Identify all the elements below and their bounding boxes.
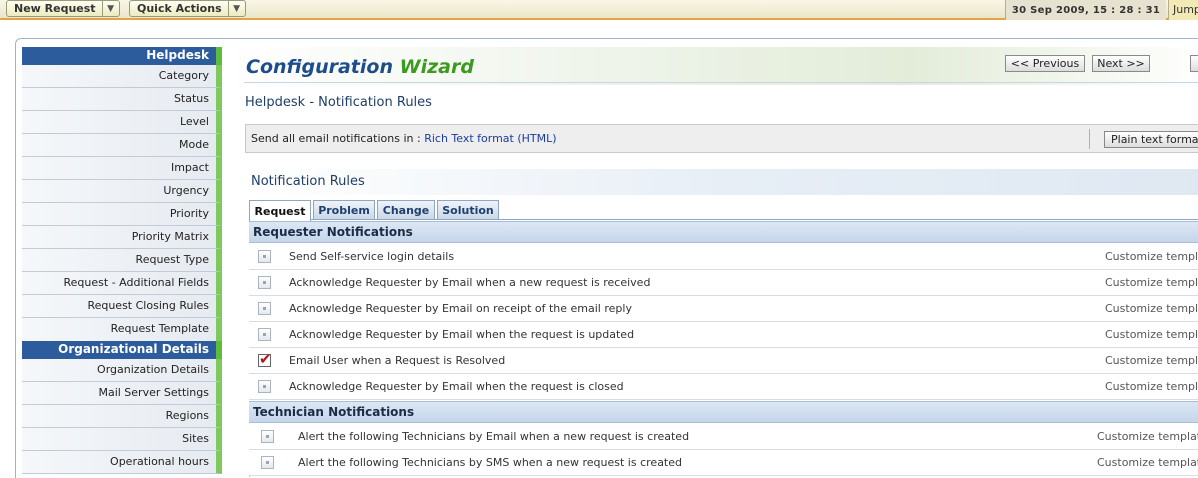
- plain-text-format-button[interactable]: Plain text format: [1104, 131, 1198, 148]
- sidebar-item-priority[interactable]: Priority: [22, 203, 222, 226]
- divider: [1089, 129, 1090, 149]
- notification-row: Acknowledge Requester by Email when the …: [249, 374, 1198, 400]
- checkbox[interactable]: [261, 456, 274, 469]
- current-datetime: 30 Sep 2009, 15 : 28 : 31: [1005, 0, 1166, 20]
- sidebar-item-mail-server-settings[interactable]: Mail Server Settings: [22, 382, 222, 405]
- notification-row: Alert the following Technicians by SMS w…: [249, 450, 1198, 476]
- jump-to-button[interactable]: Jump: [1168, 0, 1198, 20]
- next-button[interactable]: Next >>: [1092, 55, 1150, 72]
- sidebar-item-category[interactable]: Category: [22, 65, 222, 88]
- requester-notifications-heading: Requester Notifications: [249, 221, 1198, 243]
- notification-rule-label: Acknowledge Requester by Email when the …: [289, 328, 635, 341]
- customize-template-link[interactable]: Customize template: [1105, 328, 1198, 341]
- previous-button[interactable]: << Previous: [1005, 55, 1085, 72]
- sidebar: Helpdesk Category Status Level Mode Impact Urg…: [22, 47, 222, 474]
- notification-rule-label: Alert the following Technicians by Email…: [298, 430, 690, 443]
- sidebar-item-regions[interactable]: Regions: [22, 405, 222, 428]
- notification-rule-label: Acknowledge Requester by Email when the …: [289, 380, 624, 393]
- notification-rule-label: Email User when a Request is Resolved: [289, 354, 506, 367]
- customize-template-link[interactable]: Customize template: [1105, 354, 1198, 367]
- checkbox[interactable]: [258, 302, 271, 315]
- customize-template-link[interactable]: Customize template: [1105, 276, 1198, 289]
- new-request-button[interactable]: New Request ▼: [6, 0, 120, 17]
- notification-row: Acknowledge Requester by Email on receip…: [249, 296, 1198, 322]
- checkbox[interactable]: [258, 250, 271, 263]
- chevron-down-icon[interactable]: ▼: [227, 1, 245, 16]
- sidebar-item-sites[interactable]: Sites: [22, 428, 222, 451]
- chevron-down-icon[interactable]: ▼: [101, 1, 119, 16]
- notification-row: Send Self-service login details Customize…: [249, 244, 1198, 270]
- checkbox-checked[interactable]: ✔: [258, 350, 272, 368]
- email-format-bar: Send all email notifications in : Rich T…: [245, 124, 1198, 153]
- sidebar-item-priority-matrix[interactable]: Priority Matrix: [22, 226, 222, 249]
- tab-solution[interactable]: Solution: [437, 200, 499, 220]
- notification-row: Acknowledge Requester by Email when the …: [249, 322, 1198, 348]
- notification-rule-label: Acknowledge Requester by Email on receip…: [289, 302, 632, 315]
- notification-row: Acknowledge Requester by Email when a ne…: [249, 270, 1198, 296]
- notification-row: Alert the following Technicians by Email…: [249, 424, 1198, 450]
- wizard-title-part2: Wizard: [399, 56, 474, 78]
- checkbox[interactable]: [258, 276, 271, 289]
- sidebar-item-level[interactable]: Level: [22, 111, 222, 134]
- sidebar-item-operational-hours[interactable]: Operational hours: [22, 451, 222, 474]
- tab-problem[interactable]: Problem: [313, 200, 375, 220]
- checkbox[interactable]: [261, 430, 274, 443]
- header-divider: [244, 82, 1198, 83]
- top-toolbar: New Request ▼ Quick Actions ▼ 30 Sep 200…: [0, 0, 1198, 20]
- customize-template-link[interactable]: Customize template: [1097, 456, 1198, 469]
- customize-template-link[interactable]: Customize template: [1097, 430, 1198, 443]
- checkmark-icon: ✔: [259, 350, 272, 368]
- email-format-value: Rich Text format (HTML): [424, 132, 557, 145]
- notification-row: ✔ Email User when a Request is Resolved Cu…: [249, 348, 1198, 374]
- tab-divider: [249, 219, 1198, 220]
- finish-button[interactable]: [1190, 55, 1198, 72]
- page-title: Helpdesk - Notification Rules: [245, 95, 432, 110]
- notification-rules-heading: Notification Rules: [245, 169, 1198, 195]
- new-request-label: New Request: [14, 2, 96, 15]
- sidebar-item-status[interactable]: Status: [22, 88, 222, 111]
- customize-template-link[interactable]: Customize template: [1105, 302, 1198, 315]
- checkbox[interactable]: [258, 380, 271, 393]
- wizard-header: Configuration Wizard << Previous Next >>: [226, 47, 1198, 85]
- sidebar-group-helpdesk: Helpdesk: [22, 47, 222, 65]
- sidebar-item-request-closing-rules[interactable]: Request Closing Rules: [22, 295, 222, 318]
- sidebar-group-organizational-details: Organizational Details: [22, 341, 222, 359]
- notification-rule-label: Alert the following Technicians by SMS w…: [298, 456, 682, 469]
- tab-request[interactable]: Request: [249, 200, 311, 221]
- sidebar-item-organization-details[interactable]: Organization Details: [22, 359, 222, 382]
- checkbox[interactable]: [258, 328, 271, 341]
- sidebar-item-request-additional-fields[interactable]: Request - Additional Fields: [22, 272, 222, 295]
- sidebar-item-mode[interactable]: Mode: [22, 134, 222, 157]
- customize-template-link[interactable]: Customize template: [1105, 380, 1198, 393]
- notification-rule-label: Send Self-service login details: [289, 250, 455, 263]
- main-panel: Configuration Wizard << Previous Next >>…: [226, 47, 1198, 477]
- notification-rule-label: Acknowledge Requester by Email when a ne…: [289, 276, 651, 289]
- customize-template-link[interactable]: Customize template: [1105, 250, 1198, 263]
- email-format-label: Send all email notifications in :: [251, 132, 425, 145]
- email-format-text: Send all email notifications in : Rich T…: [251, 132, 557, 145]
- wizard-title-part1: Configuration: [246, 56, 393, 78]
- sidebar-item-request-type[interactable]: Request Type: [22, 249, 222, 272]
- sidebar-item-impact[interactable]: Impact: [22, 157, 222, 180]
- sidebar-item-request-template[interactable]: Request Template: [22, 318, 222, 341]
- technician-notifications-heading: Technician Notifications: [249, 401, 1198, 423]
- quick-actions-label: Quick Actions: [137, 2, 222, 15]
- tab-change[interactable]: Change: [377, 200, 435, 220]
- quick-actions-button[interactable]: Quick Actions ▼: [129, 0, 246, 17]
- sidebar-item-urgency[interactable]: Urgency: [22, 180, 222, 203]
- wizard-title: Configuration Wizard: [246, 56, 474, 78]
